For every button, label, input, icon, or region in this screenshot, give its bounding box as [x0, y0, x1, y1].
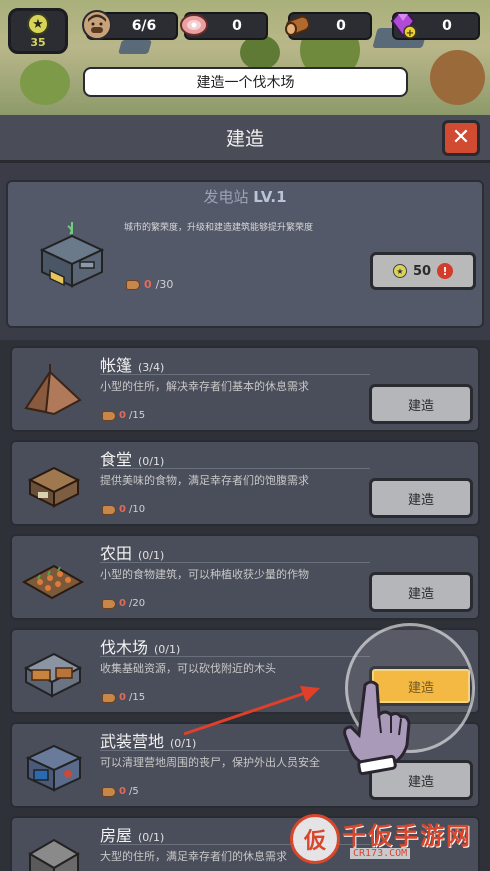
build-button-tent[interactable]: 建造 [369, 384, 473, 424]
farm-icon [20, 546, 86, 608]
building-description: 可以清理营地周围的丧尸，保护外出人员安全 [100, 756, 320, 769]
gem-count: 0 [442, 18, 452, 34]
survivor-portrait-icon [80, 8, 114, 42]
divider [100, 468, 370, 469]
building-name: 农田 (0/1) [100, 544, 165, 563]
player-level: 35 [30, 36, 46, 49]
building-description: 大型的住所，满足幸存者们的休息需求 [100, 850, 287, 863]
building-card-farm: 农田 (0/1) 小型的食物建筑，可以种植收获少量的作物 0/20 建造 [10, 534, 480, 620]
building-name: 食堂 (0/1) [100, 450, 165, 469]
building-card-canteen: 食堂 (0/1) 提供美味的食物，满足幸存者们的饱腹需求 0/10 建造 [10, 440, 480, 526]
star-icon: ★ [27, 13, 49, 35]
build-panel-header: 建造 ✕ [0, 115, 490, 163]
upgrade-button[interactable]: ★ 50 ! [370, 252, 476, 290]
wood-log-icon [282, 8, 316, 42]
watermark-logo: 仮 [290, 814, 340, 864]
building-card-tent: 帐篷 (3/4) 小型的住所，解决幸存者们基本的休息需求 0/15 建造 [10, 346, 480, 432]
gem-counter[interactable]: + 0 [390, 12, 480, 40]
meat-count: 0 [232, 18, 242, 34]
building-name: 伐木场 (0/1) [100, 638, 181, 657]
wood-log-icon [102, 504, 116, 515]
building-description: 小型的住所，解决幸存者们基本的休息需求 [100, 380, 309, 393]
survivor-count: 6/6 [131, 18, 157, 34]
building-cost: 0/20 [102, 598, 145, 609]
resource-hud: ★ 35 6/6 0 0 + 0 [0, 6, 490, 54]
building-description: 收集基础资源，可以砍伐附近的木头 [100, 662, 276, 675]
divider [100, 374, 370, 375]
canteen-icon [20, 452, 86, 514]
wood-log-icon [126, 279, 140, 290]
building-cost: 0/15 [102, 692, 145, 703]
tutorial-tip-bubble: 建造一个伐木场 [83, 67, 408, 97]
pointer-hand-icon [343, 680, 411, 775]
cost-total: /30 [155, 278, 174, 291]
featured-building-level: LV.1 [253, 188, 287, 206]
featured-building-description: 城市的繁荣度，升级和建造建筑能够提升繁荣度 [124, 223, 314, 233]
building-description: 小型的食物建筑，可以种植收获少量的作物 [100, 568, 309, 581]
power-station-icon [36, 220, 108, 294]
panel-title: 建造 [225, 128, 264, 150]
build-button-farm[interactable]: 建造 [369, 572, 473, 612]
player-level-badge[interactable]: ★ 35 [8, 8, 68, 54]
house-icon [20, 828, 86, 871]
featured-building-card: 发电站 LV.1 城市的繁荣度，升级和建造建筑能够提升繁荣度 0/30 ★ 50… [6, 180, 484, 328]
featured-building-name: 发电站 [203, 188, 249, 206]
building-cost: 0/5 [102, 786, 139, 797]
building-cost: 0/15 [102, 410, 145, 421]
cost-have: 0 [144, 278, 152, 291]
armed-camp-icon [20, 734, 86, 796]
tent-icon [20, 358, 86, 420]
wood-log-icon [102, 692, 116, 703]
wood-counter[interactable]: 0 [285, 12, 372, 40]
meat-counter[interactable]: 0 [180, 12, 268, 40]
building-list[interactable]: 帐篷 (3/4) 小型的住所，解决幸存者们基本的休息需求 0/15 建造 食堂 (0… [0, 340, 490, 871]
building-name: 房屋 (0/1) [100, 826, 165, 845]
building-name: 帐篷 (3/4) [100, 356, 165, 375]
wood-log-icon [102, 598, 116, 609]
featured-building-cost: 0/30 [126, 278, 173, 291]
lumber-yard-icon [20, 640, 86, 702]
meat-icon [178, 8, 212, 42]
tutorial-arrow-icon [183, 686, 320, 736]
wood-count: 0 [336, 18, 346, 34]
site-watermark: 仮 千仮手游网 CR173.COM [290, 812, 490, 871]
close-button[interactable]: ✕ [442, 120, 480, 156]
purple-gem-icon: + [386, 8, 420, 42]
upgrade-cost: 50 [412, 263, 432, 279]
featured-building-title: 发电站 LV.1 [8, 186, 482, 207]
watermark-url: CR173.COM [350, 848, 411, 859]
svg-text:+: + [406, 28, 414, 39]
alert-icon: ! [437, 263, 454, 279]
divider [100, 656, 370, 657]
divider [100, 562, 370, 563]
building-description: 提供美味的食物，满足幸存者们的饱腹需求 [100, 474, 309, 487]
building-cost: 0/10 [102, 504, 145, 515]
wood-log-icon [102, 410, 116, 421]
divider [100, 750, 370, 751]
close-icon: ✕ [451, 125, 471, 150]
star-icon: ★ [392, 264, 407, 278]
survivor-counter[interactable]: 6/6 [82, 10, 178, 40]
wood-log-icon [102, 786, 116, 797]
build-button-canteen[interactable]: 建造 [369, 478, 473, 518]
watermark-text: 千仮手游网 [342, 822, 472, 850]
